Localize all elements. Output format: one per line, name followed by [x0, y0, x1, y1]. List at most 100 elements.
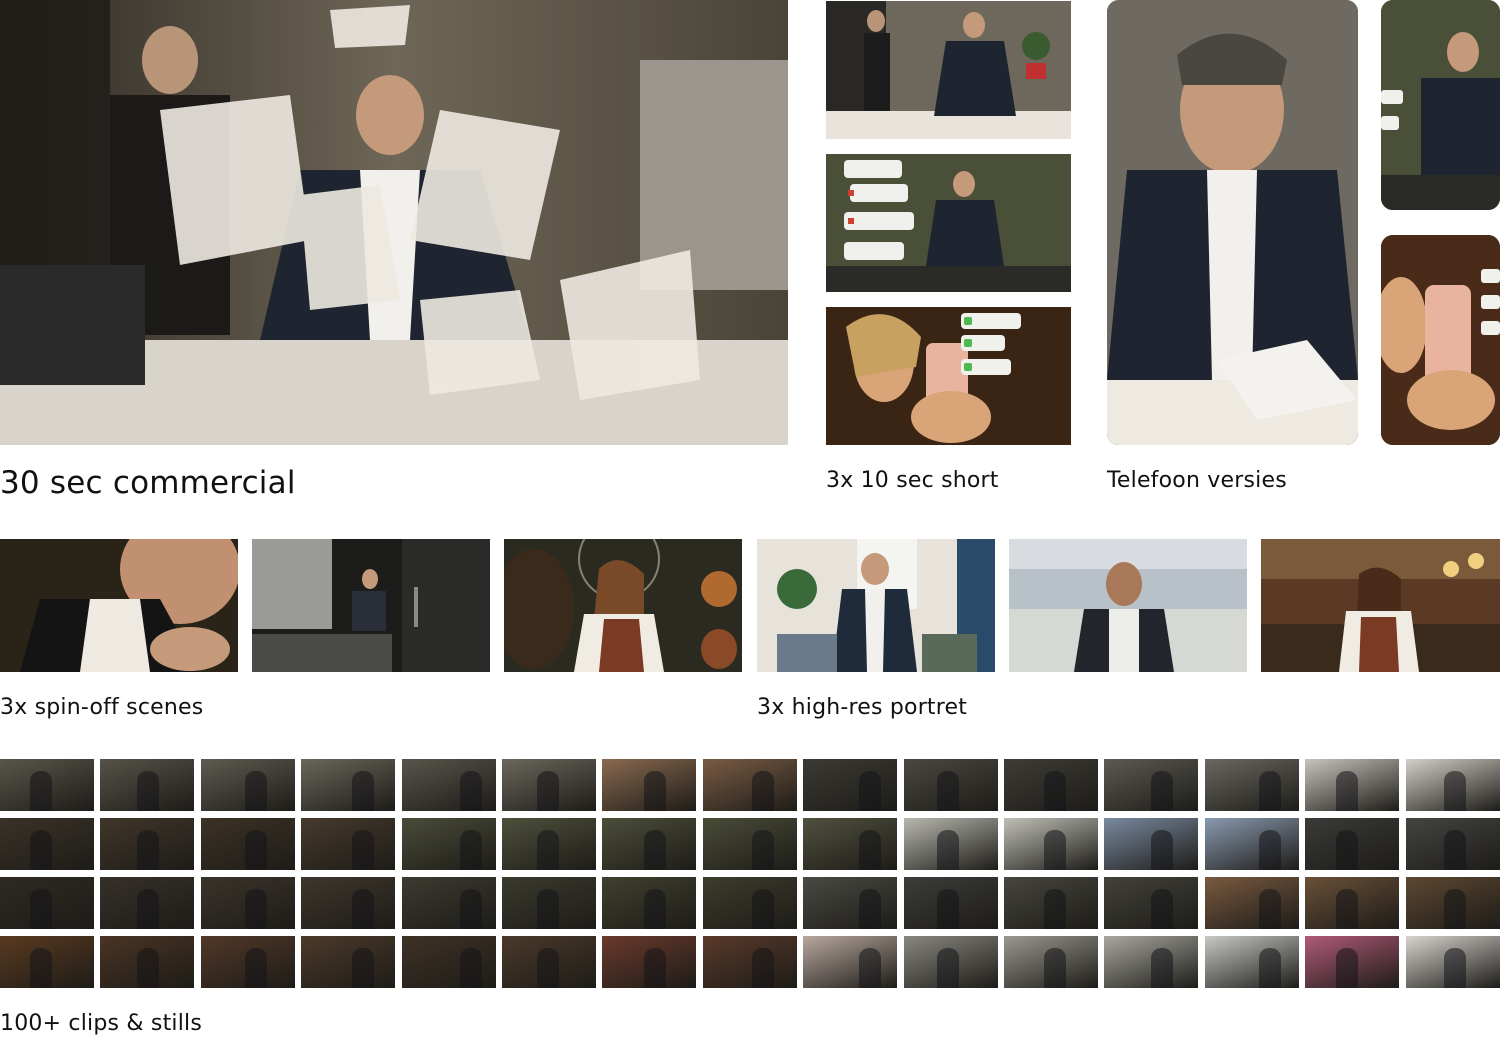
clip-figure — [644, 830, 666, 870]
clip-figure — [30, 771, 52, 811]
clip-thumbnail[interactable] — [201, 877, 295, 929]
clip-thumbnail[interactable] — [1104, 759, 1198, 811]
clip-thumbnail[interactable] — [803, 877, 897, 929]
clip-thumbnail[interactable] — [1305, 936, 1399, 988]
clip-figure — [1336, 830, 1358, 870]
clip-thumbnail[interactable] — [1205, 877, 1299, 929]
phone-label: Telefoon versies — [1107, 468, 1287, 493]
clip-thumbnail[interactable] — [502, 818, 596, 870]
clip-thumbnail[interactable] — [201, 759, 295, 811]
clip-figure — [137, 830, 159, 870]
clip-thumbnail[interactable] — [1104, 877, 1198, 929]
clip-figure — [1044, 771, 1066, 811]
clip-thumbnail[interactable] — [0, 818, 94, 870]
clip-thumbnail[interactable] — [0, 877, 94, 929]
clip-thumbnail[interactable] — [502, 759, 596, 811]
spinoff-tile-3[interactable] — [504, 539, 742, 672]
clip-thumbnail[interactable] — [301, 877, 395, 929]
portrait-label: 3x high-res portret — [757, 695, 968, 720]
clip-thumbnail[interactable] — [602, 818, 696, 870]
clip-figure — [937, 948, 959, 988]
commercial-hero-image[interactable] — [0, 0, 788, 445]
clip-thumbnail[interactable] — [602, 759, 696, 811]
phone-tile-2[interactable] — [1381, 0, 1500, 210]
phone-tile-3[interactable] — [1381, 235, 1500, 445]
clip-thumbnail[interactable] — [602, 877, 696, 929]
clip-thumbnail[interactable] — [904, 877, 998, 929]
short-tile-1[interactable] — [826, 1, 1071, 139]
clip-thumbnail[interactable] — [100, 759, 194, 811]
clip-thumbnail[interactable] — [904, 818, 998, 870]
clip-figure — [460, 771, 482, 811]
spinoff-tile-1[interactable] — [0, 539, 238, 672]
spinoff-tile-2[interactable] — [252, 539, 490, 672]
clip-figure — [859, 771, 881, 811]
clip-thumbnail[interactable] — [301, 936, 395, 988]
clip-figure — [460, 948, 482, 988]
clip-thumbnail[interactable] — [402, 818, 496, 870]
clip-thumbnail[interactable] — [402, 936, 496, 988]
clip-thumbnail[interactable] — [502, 877, 596, 929]
clip-figure — [752, 771, 774, 811]
clip-thumbnail[interactable] — [703, 818, 797, 870]
clip-figure — [937, 889, 959, 929]
portrait-tile-3[interactable] — [1261, 539, 1500, 672]
clip-thumbnail[interactable] — [803, 936, 897, 988]
shorts-label: 3x 10 sec short — [826, 468, 999, 493]
clip-thumbnail[interactable] — [301, 818, 395, 870]
clip-thumbnail[interactable] — [402, 877, 496, 929]
clips-grid — [0, 759, 1500, 989]
clip-figure — [1259, 948, 1281, 988]
clip-thumbnail[interactable] — [1305, 818, 1399, 870]
clip-thumbnail[interactable] — [703, 759, 797, 811]
clip-figure — [1151, 948, 1173, 988]
clip-thumbnail[interactable] — [100, 936, 194, 988]
clip-thumbnail[interactable] — [502, 936, 596, 988]
clip-figure — [245, 830, 267, 870]
clip-thumbnail[interactable] — [0, 759, 94, 811]
clip-thumbnail[interactable] — [1104, 936, 1198, 988]
clip-thumbnail[interactable] — [602, 936, 696, 988]
short-tile-2[interactable] — [826, 154, 1071, 292]
clip-thumbnail[interactable] — [201, 936, 295, 988]
clip-figure — [937, 830, 959, 870]
short-tile-3[interactable] — [826, 307, 1071, 445]
clip-thumbnail[interactable] — [1406, 936, 1500, 988]
clip-thumbnail[interactable] — [1004, 877, 1098, 929]
clip-figure — [245, 948, 267, 988]
clip-figure — [1444, 830, 1466, 870]
clip-thumbnail[interactable] — [1004, 818, 1098, 870]
clip-thumbnail[interactable] — [703, 936, 797, 988]
phone-man-desk-image — [1381, 0, 1500, 210]
clip-thumbnail[interactable] — [1004, 759, 1098, 811]
clip-thumbnail[interactable] — [1305, 877, 1399, 929]
clip-thumbnail[interactable] — [1104, 818, 1198, 870]
clip-thumbnail[interactable] — [0, 936, 94, 988]
clip-thumbnail[interactable] — [100, 818, 194, 870]
clip-thumbnail[interactable] — [100, 877, 194, 929]
clip-thumbnail[interactable] — [1305, 759, 1399, 811]
clip-thumbnail[interactable] — [1205, 936, 1299, 988]
clip-thumbnail[interactable] — [301, 759, 395, 811]
clip-thumbnail[interactable] — [803, 759, 897, 811]
clip-thumbnail[interactable] — [402, 759, 496, 811]
clip-thumbnail[interactable] — [1406, 877, 1500, 929]
clip-thumbnail[interactable] — [703, 877, 797, 929]
clip-thumbnail[interactable] — [1205, 759, 1299, 811]
clip-thumbnail[interactable] — [904, 936, 998, 988]
portrait-tile-1[interactable] — [757, 539, 995, 672]
clip-thumbnail[interactable] — [1406, 818, 1500, 870]
clip-figure — [1444, 889, 1466, 929]
clip-thumbnail[interactable] — [904, 759, 998, 811]
clip-figure — [1151, 889, 1173, 929]
portrait-tile-2[interactable] — [1009, 539, 1247, 672]
clip-thumbnail[interactable] — [1004, 936, 1098, 988]
clip-figure — [859, 830, 881, 870]
clip-thumbnail[interactable] — [201, 818, 295, 870]
phone-tile-1[interactable] — [1107, 0, 1358, 445]
clip-thumbnail[interactable] — [1406, 759, 1500, 811]
clip-figure — [352, 889, 374, 929]
clip-thumbnail[interactable] — [1205, 818, 1299, 870]
clip-thumbnail[interactable] — [803, 818, 897, 870]
clip-figure — [1259, 830, 1281, 870]
